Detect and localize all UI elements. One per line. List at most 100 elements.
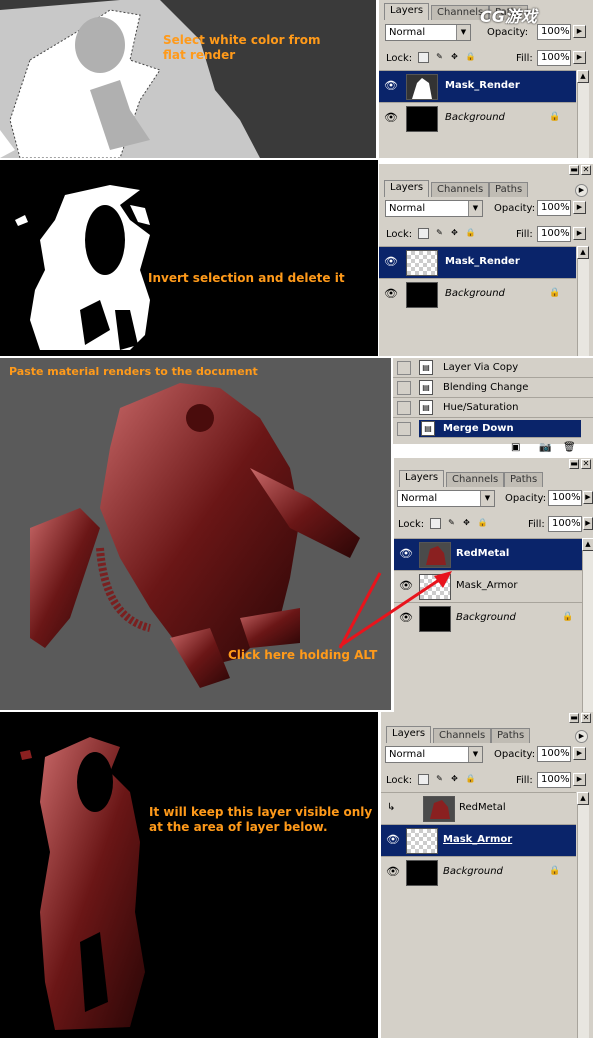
lock-transparent-icon[interactable]	[418, 774, 429, 785]
tab-paths[interactable]: Paths	[504, 472, 544, 487]
opacity-field[interactable]: 100%	[548, 490, 582, 506]
camera-icon[interactable]: 📷	[539, 442, 551, 453]
layer-name[interactable]: Background	[445, 288, 505, 299]
layer-name[interactable]: Mask_Render	[445, 256, 520, 267]
visibility-eye-icon[interactable]: 👁	[385, 865, 401, 879]
lock-all-icon[interactable]: 🔒	[465, 774, 476, 785]
minimize-button[interactable]: ▬	[569, 713, 579, 723]
lock-paint-icon[interactable]: ✎	[446, 518, 457, 529]
blend-mode-select[interactable]: Normal ▼	[385, 200, 483, 217]
minimize-button[interactable]: ▬	[569, 165, 579, 175]
layer-mask-render[interactable]: 👁 Mask_Render	[379, 70, 576, 102]
fill-field[interactable]: 100%	[548, 516, 582, 532]
layer-redmetal-clipped[interactable]: ↳ RedMetal	[381, 792, 576, 824]
scroll-up-button[interactable]: ▲	[577, 792, 589, 805]
lock-move-icon[interactable]: ✥	[449, 228, 460, 239]
close-button[interactable]: ✕	[581, 165, 591, 175]
history-item-selected[interactable]: ▤ Merge Down	[419, 420, 581, 438]
lock-paint-icon[interactable]: ✎	[434, 774, 445, 785]
history-checkbox[interactable]	[397, 422, 411, 436]
tab-channels[interactable]: Channels	[433, 728, 492, 743]
history-item[interactable]: ▤ Blending Change	[393, 378, 593, 398]
tab-channels[interactable]: Channels	[446, 472, 505, 487]
lock-move-icon[interactable]: ✥	[449, 52, 460, 63]
layer-background[interactable]: 👁 Background 🔒	[381, 856, 576, 888]
lock-transparent-icon[interactable]	[418, 228, 429, 239]
opacity-field[interactable]: 100%	[537, 200, 571, 216]
layer-name[interactable]: Background	[445, 112, 505, 123]
lock-move-icon[interactable]: ✥	[449, 774, 460, 785]
layer-name[interactable]: RedMetal	[456, 548, 509, 559]
layer-name[interactable]: Mask_Render	[445, 80, 520, 91]
fill-slider-button[interactable]: ▶	[583, 517, 593, 530]
layers-scrollbar[interactable]: ▲	[582, 538, 593, 712]
fill-field[interactable]: 100%	[537, 226, 571, 242]
lock-transparent-icon[interactable]	[418, 52, 429, 63]
lock-paint-icon[interactable]: ✎	[434, 52, 445, 63]
opacity-slider-button[interactable]: ▶	[573, 25, 586, 38]
opacity-field[interactable]: 100%	[537, 746, 571, 762]
close-button[interactable]: ✕	[581, 459, 591, 469]
minimize-button[interactable]: ▬	[569, 459, 579, 469]
visibility-eye-icon[interactable]: 👁	[383, 111, 399, 125]
panel-menu-button[interactable]: ▶	[575, 730, 588, 743]
lock-all-icon[interactable]: 🔒	[477, 518, 488, 529]
layer-mask-armor[interactable]: 👁 Mask_Armor	[381, 824, 576, 856]
layer-name[interactable]: Mask_Armor	[456, 580, 518, 591]
tab-channels[interactable]: Channels	[431, 182, 490, 197]
opacity-slider-button[interactable]: ▶	[573, 747, 586, 760]
history-item[interactable]: ▤ Layer Via Copy	[393, 358, 593, 378]
tab-layers[interactable]: Layers	[386, 726, 432, 743]
new-snapshot-icon[interactable]: ▣	[511, 442, 520, 453]
opacity-slider-button[interactable]: ▶	[573, 201, 586, 214]
layers-scrollbar[interactable]: ▲	[577, 246, 589, 356]
opacity-field[interactable]: 100%	[537, 24, 571, 40]
layer-name[interactable]: Background	[443, 866, 503, 877]
layer-mask-render[interactable]: 👁 Mask_Render	[379, 246, 576, 278]
history-checkbox[interactable]	[397, 401, 411, 415]
visibility-eye-icon[interactable]: 👁	[383, 79, 399, 93]
layers-scrollbar[interactable]: ▲	[577, 792, 589, 1038]
layer-thumbnail	[423, 796, 455, 822]
lock-paint-icon[interactable]: ✎	[434, 228, 445, 239]
layer-background[interactable]: 👁 Background 🔒	[379, 278, 576, 310]
tab-layers[interactable]: Layers	[384, 3, 430, 20]
lock-label: Lock:	[386, 53, 413, 64]
fill-field[interactable]: 100%	[537, 772, 571, 788]
lock-all-icon[interactable]: 🔒	[465, 228, 476, 239]
tab-layers[interactable]: Layers	[399, 470, 445, 487]
blend-mode-select[interactable]: Normal ▼	[397, 490, 495, 507]
lock-move-icon[interactable]: ✥	[461, 518, 472, 529]
layers-scrollbar[interactable]: ▲	[577, 70, 589, 158]
fill-slider-button[interactable]: ▶	[573, 227, 586, 240]
scroll-up-button[interactable]: ▲	[582, 538, 593, 551]
trash-icon[interactable]: 🗑	[563, 442, 576, 453]
tab-layers[interactable]: Layers	[384, 180, 430, 197]
layer-name[interactable]: RedMetal	[459, 802, 506, 813]
history-checkbox[interactable]	[397, 361, 411, 375]
scroll-up-button[interactable]: ▲	[577, 70, 589, 83]
fill-slider-button[interactable]: ▶	[573, 773, 586, 786]
lock-all-icon[interactable]: 🔒	[465, 52, 476, 63]
panel-menu-button[interactable]: ▶	[575, 184, 588, 197]
scroll-up-button[interactable]: ▲	[577, 246, 589, 259]
history-item[interactable]: ▤ Hue/Saturation	[393, 398, 593, 418]
history-checkbox[interactable]	[397, 381, 411, 395]
layer-background[interactable]: 👁 Background 🔒	[379, 102, 576, 134]
tab-paths[interactable]: Paths	[491, 728, 531, 743]
lock-icon: 🔒	[549, 288, 561, 298]
panel-titlebar: ▬ ✕	[394, 458, 593, 470]
layer-name[interactable]: Mask_Armor	[443, 834, 512, 845]
close-button[interactable]: ✕	[581, 713, 591, 723]
visibility-eye-icon[interactable]: 👁	[383, 287, 399, 301]
visibility-eye-icon[interactable]: 👁	[383, 255, 399, 269]
layer-name[interactable]: Background	[456, 612, 516, 623]
blend-mode-select[interactable]: Normal ▼	[385, 746, 483, 763]
tab-paths[interactable]: Paths	[489, 182, 529, 197]
blend-mode-select[interactable]: Normal ▼	[385, 24, 471, 41]
lock-transparent-icon[interactable]	[430, 518, 441, 529]
opacity-slider-button[interactable]: ▶	[583, 491, 593, 504]
visibility-eye-icon[interactable]: 👁	[385, 833, 401, 847]
fill-slider-button[interactable]: ▶	[573, 51, 586, 64]
fill-field[interactable]: 100%	[537, 50, 571, 66]
